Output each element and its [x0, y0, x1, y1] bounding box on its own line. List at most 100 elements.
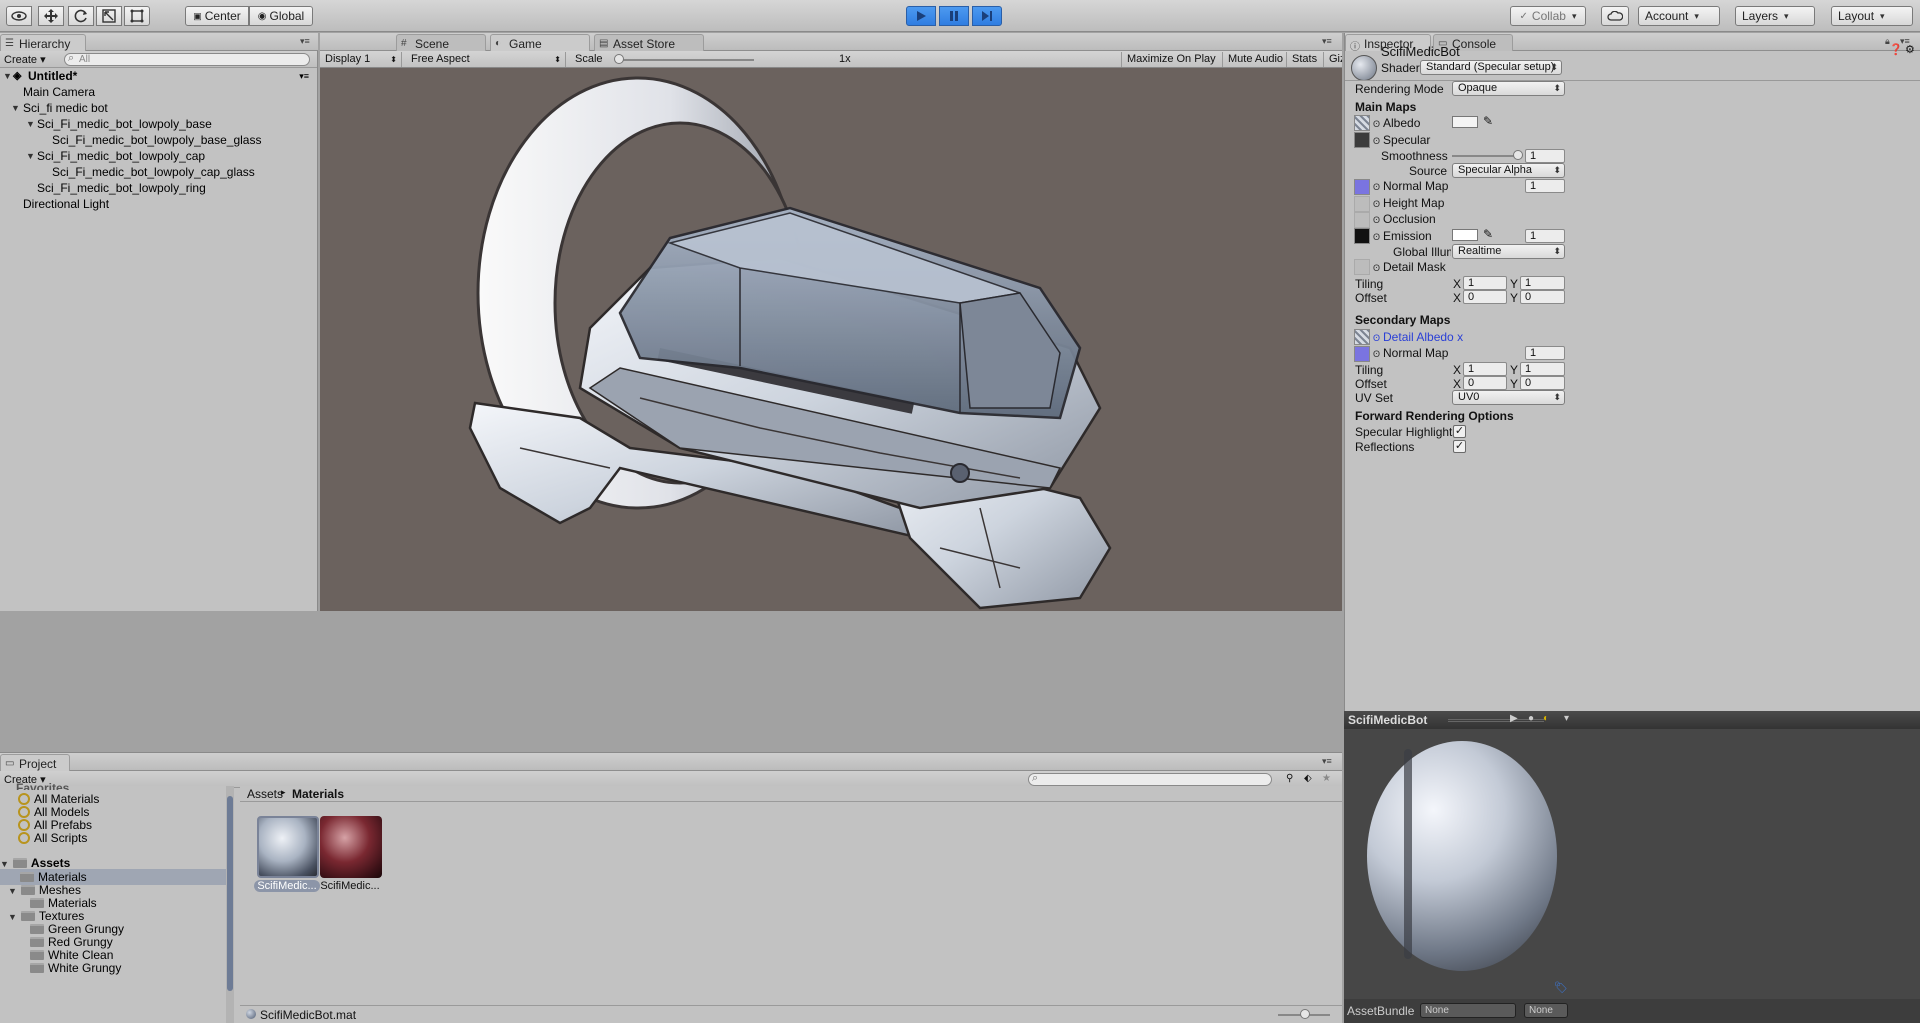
breadcrumb-root[interactable]: Assets	[247, 787, 283, 801]
emission-picker-icon[interactable]: ʘ	[1373, 232, 1380, 242]
rotate-tool-button[interactable]	[68, 6, 94, 26]
expand-arrow-icon[interactable]: ▼	[3, 68, 12, 84]
maximize-on-play-toggle[interactable]: Maximize On Play	[1121, 52, 1221, 67]
favorite-star-icon[interactable]: ★	[1322, 773, 1331, 784]
tab-asset-store[interactable]: ▤ Asset Store	[594, 34, 704, 51]
panel-menu-icon[interactable]: ▾≡	[300, 36, 310, 47]
material-thumbnail-white[interactable]	[257, 816, 319, 878]
albedo-color-swatch[interactable]	[1452, 116, 1478, 128]
thumbnail-size-slider-thumb[interactable]	[1300, 1009, 1310, 1019]
stats-toggle[interactable]: Stats	[1286, 52, 1322, 67]
normal-scale-field[interactable]: 1	[1525, 179, 1565, 193]
pause-button[interactable]	[939, 6, 969, 26]
tab-game[interactable]: ◐ Game	[490, 34, 590, 51]
step-button[interactable]	[972, 6, 1002, 26]
albedo-picker-icon[interactable]: ʘ	[1373, 119, 1380, 129]
filter-label-icon[interactable]: ⬖	[1304, 773, 1312, 784]
expand-arrow-icon[interactable]: ▼	[11, 100, 20, 116]
emission-slot[interactable]	[1354, 228, 1370, 244]
favorite-item[interactable]: All Scripts	[18, 830, 87, 846]
play-button[interactable]	[906, 6, 936, 26]
offset-y-field[interactable]: 0	[1520, 290, 1565, 304]
assetbundle-dropdown[interactable]: None	[1420, 1003, 1516, 1018]
detail-albedo-picker-icon[interactable]: ʘ	[1373, 333, 1380, 343]
preview-light-icon[interactable]: ◐	[1543, 713, 1549, 724]
emission-color-swatch[interactable]	[1452, 229, 1478, 241]
asset-label-selected[interactable]: ScifiMedic...	[254, 880, 320, 892]
secondary-normal-scale-field[interactable]: 1	[1525, 346, 1565, 360]
scale-slider-thumb[interactable]	[614, 54, 624, 64]
global-illumination-dropdown[interactable]: Realtime	[1452, 244, 1565, 259]
move-tool-button[interactable]	[38, 6, 64, 26]
detail-mask-slot[interactable]	[1354, 259, 1370, 275]
albedo-texture-slot[interactable]	[1354, 115, 1370, 131]
secondary-tiling-x-field[interactable]: 1	[1463, 362, 1507, 376]
expand-arrow-icon[interactable]: ▼	[8, 912, 17, 922]
gear-icon[interactable]: ⚙	[1905, 43, 1915, 56]
secondary-normal-picker-icon[interactable]: ʘ	[1373, 349, 1380, 359]
secondary-offset-x-field[interactable]: 0	[1463, 376, 1507, 390]
emission-intensity-field[interactable]: 1	[1525, 229, 1565, 243]
hierarchy-item[interactable]: Sci_Fi_medic_bot_lowpoly_ring	[0, 180, 317, 196]
secondary-offset-y-field[interactable]: 0	[1520, 376, 1565, 390]
smoothness-field[interactable]: 1	[1525, 149, 1565, 163]
tab-hierarchy[interactable]: ☰ Hierarchy	[0, 34, 86, 51]
pivot-global-toggle[interactable]: ◉ Global	[249, 6, 313, 26]
folder-item[interactable]: White Grungy	[30, 960, 121, 976]
hierarchy-item[interactable]: ▼ Sci_fi medic bot	[0, 100, 317, 116]
pivot-center-toggle[interactable]: ▣ Center	[185, 6, 249, 26]
tiling-y-field[interactable]: 1	[1520, 276, 1565, 290]
expand-arrow-icon[interactable]: ▼	[26, 148, 35, 164]
expand-arrow-icon[interactable]: ▼	[0, 859, 9, 869]
expand-arrow-icon[interactable]: ▼	[8, 886, 17, 896]
tab-scene[interactable]: # Scene	[396, 34, 486, 51]
shader-dropdown[interactable]: Standard (Specular setup)	[1420, 60, 1562, 75]
panel-menu-icon[interactable]: ▾≡	[1322, 756, 1332, 767]
material-preview[interactable]: 🏷︎	[1344, 729, 1920, 999]
normal-picker-icon[interactable]: ʘ	[1373, 182, 1380, 192]
view-tool-button[interactable]	[6, 6, 32, 26]
rendering-mode-dropdown[interactable]: Opaque	[1452, 81, 1565, 96]
uv-set-dropdown[interactable]: UV0	[1452, 390, 1565, 405]
breadcrumb-current[interactable]: Materials	[292, 787, 344, 801]
reflections-checkbox[interactable]: ✓	[1453, 440, 1466, 453]
scale-slider-track[interactable]	[616, 59, 754, 61]
eyedropper-icon[interactable]: ✎	[1483, 227, 1493, 241]
specular-texture-slot[interactable]	[1354, 132, 1370, 148]
aspect-dropdown[interactable]: Free Aspect ⬍	[406, 52, 566, 67]
preview-play-icon[interactable]: ▶	[1510, 713, 1518, 724]
detail-albedo-slot[interactable]	[1354, 329, 1370, 345]
detail-mask-picker-icon[interactable]: ʘ	[1373, 263, 1380, 273]
hierarchy-item[interactable]: Sci_Fi_medic_bot_lowpoly_cap_glass	[0, 164, 317, 180]
normal-map-slot[interactable]	[1354, 179, 1370, 195]
game-viewport[interactable]	[320, 68, 1342, 611]
hierarchy-create-button[interactable]: Create ▾	[4, 53, 46, 66]
rect-tool-button[interactable]	[124, 6, 150, 26]
hierarchy-item[interactable]: ▼ Sci_Fi_medic_bot_lowpoly_cap	[0, 148, 317, 164]
secondary-tiling-y-field[interactable]: 1	[1520, 362, 1565, 376]
account-dropdown[interactable]: Account	[1638, 6, 1720, 26]
scale-tool-button[interactable]	[96, 6, 122, 26]
tag-icon[interactable]: 🏷︎	[1554, 981, 1568, 994]
offset-x-field[interactable]: 0	[1463, 290, 1507, 304]
specular-highlights-checkbox[interactable]: ✓	[1453, 425, 1466, 438]
mute-audio-toggle[interactable]: Mute Audio	[1222, 52, 1288, 67]
tab-project[interactable]: ▭ Project	[0, 754, 70, 771]
hierarchy-item[interactable]: Sci_Fi_medic_bot_lowpoly_base_glass	[0, 132, 317, 148]
occlusion-slot[interactable]	[1354, 212, 1370, 228]
height-picker-icon[interactable]: ʘ	[1373, 199, 1380, 209]
help-icon[interactable]: ❓	[1889, 43, 1903, 56]
specular-picker-icon[interactable]: ʘ	[1373, 136, 1380, 146]
collab-dropdown[interactable]: ✓ Collab	[1510, 6, 1586, 26]
hierarchy-item[interactable]: ▼ Sci_Fi_medic_bot_lowpoly_base	[0, 116, 317, 132]
preview-menu-icon[interactable]: ▾	[1564, 713, 1569, 724]
scene-menu-icon[interactable]: ▾≡	[299, 68, 309, 84]
layout-dropdown[interactable]: Layout	[1831, 6, 1913, 26]
tree-scrollbar-thumb[interactable]	[227, 796, 233, 991]
gizmos-dropdown[interactable]: Gizmos	[1323, 52, 1342, 67]
material-thumbnail-red[interactable]	[320, 816, 382, 878]
panel-menu-icon[interactable]: ▾≡	[1322, 36, 1332, 47]
cloud-button[interactable]	[1601, 6, 1629, 26]
scene-row[interactable]: ▼ ◈ Untitled* ▾≡	[0, 68, 317, 84]
hierarchy-item[interactable]: Directional Light	[0, 196, 317, 212]
